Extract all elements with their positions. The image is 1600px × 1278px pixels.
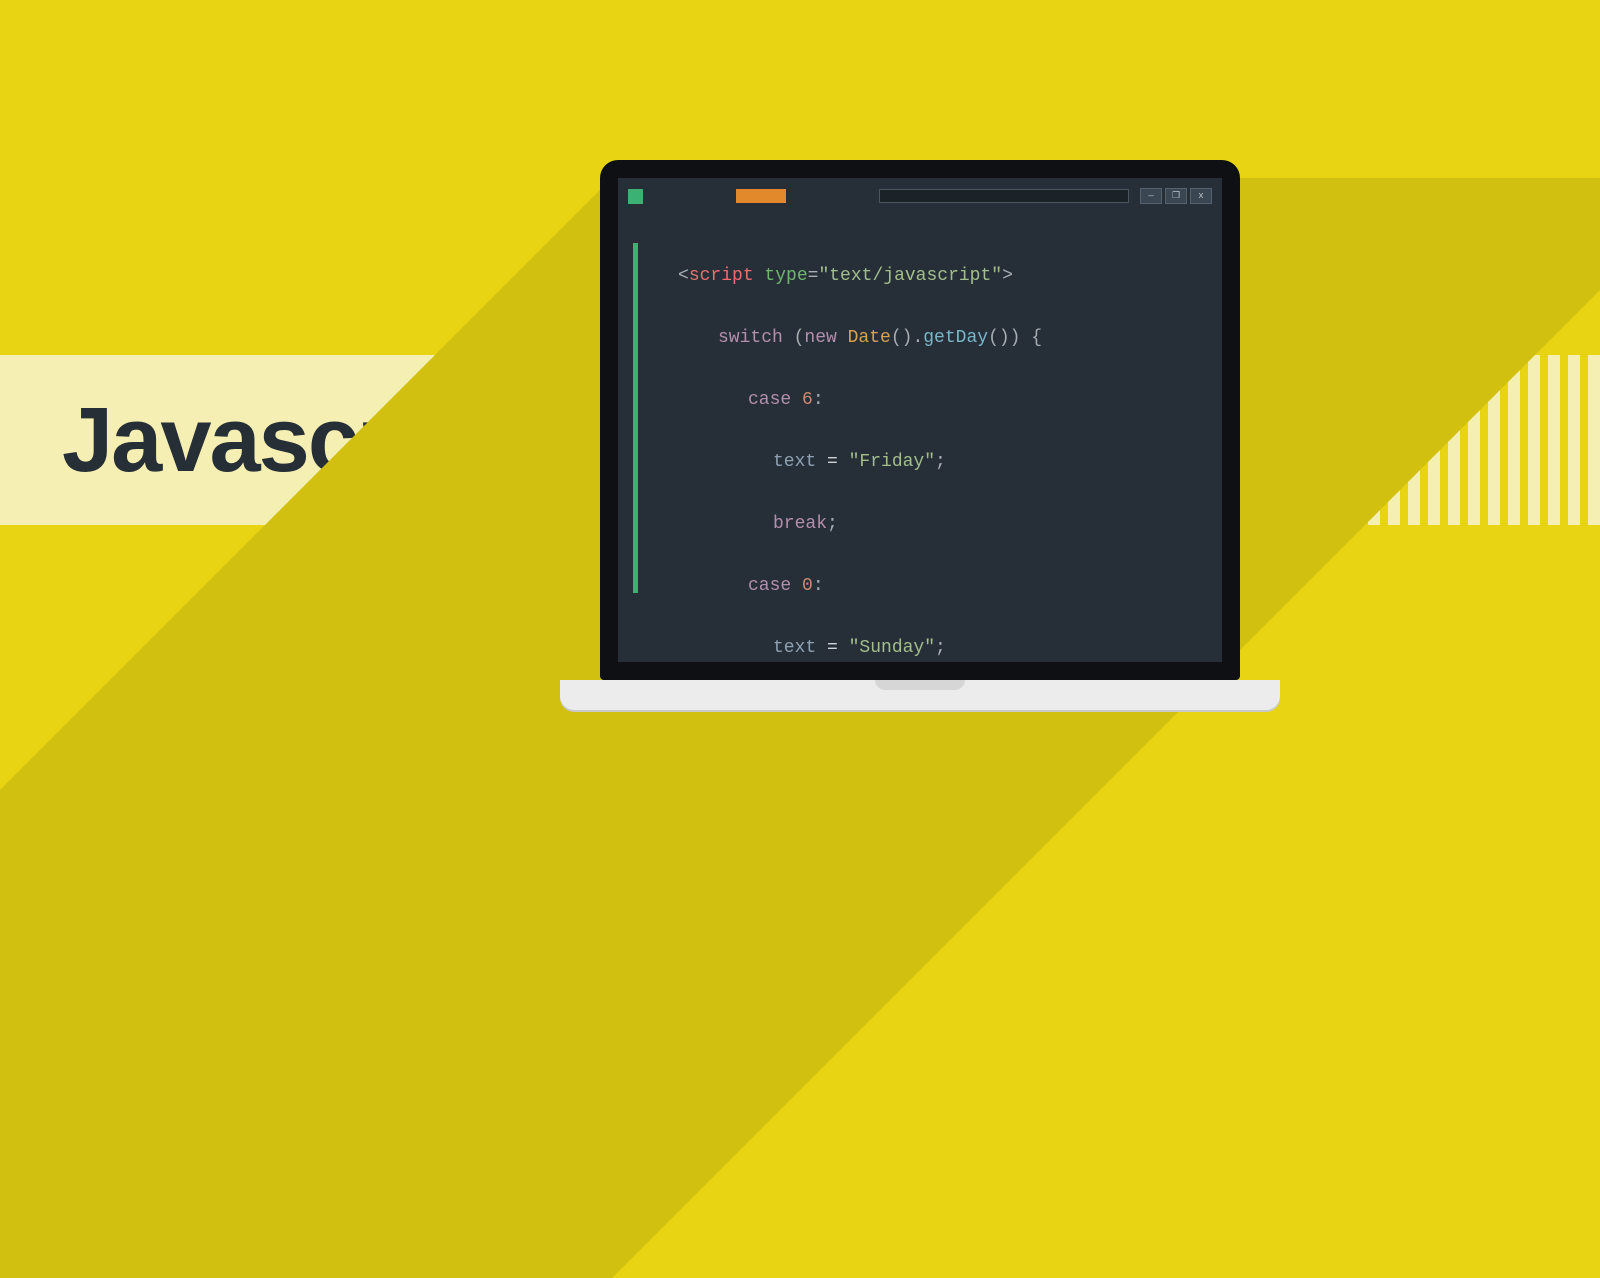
minimize-button[interactable]: — — [1140, 188, 1162, 204]
code-token: case — [748, 576, 791, 596]
code-token: < — [678, 266, 689, 286]
code-token: ; — [935, 452, 946, 472]
code-token: break — [773, 514, 827, 534]
code-token: getDay — [923, 328, 988, 348]
code-token: = — [827, 452, 849, 472]
code-token: : — [813, 576, 824, 596]
code-token: ()) { — [988, 328, 1042, 348]
code-token: "Friday" — [849, 452, 935, 472]
tab-indicator-green — [628, 189, 643, 204]
code-token: > — [1002, 266, 1013, 286]
code-token: text — [773, 638, 827, 658]
close-button[interactable]: x — [1190, 188, 1212, 204]
code-block: <script type="text/javascript"> switch (… — [678, 230, 1043, 662]
code-token: script — [689, 266, 754, 286]
code-token: = — [827, 638, 849, 658]
code-token: new — [804, 328, 836, 348]
code-token: type — [754, 266, 808, 286]
tab-indicator-orange — [736, 189, 786, 203]
code-token: text — [773, 452, 827, 472]
editor-gutter — [633, 243, 638, 593]
code-token: switch — [718, 328, 783, 348]
code-token: = — [808, 266, 819, 286]
code-token: ( — [783, 328, 805, 348]
laptop-notch — [875, 680, 965, 690]
code-token: ; — [827, 514, 838, 534]
laptop: — ❐ x <script type="text/javascript"> sw… — [600, 160, 1280, 710]
laptop-base — [560, 680, 1280, 710]
screen-bezel: — ❐ x <script type="text/javascript"> sw… — [600, 160, 1240, 680]
code-token: "text/javascript" — [818, 266, 1002, 286]
code-token: "Sunday" — [849, 638, 935, 658]
code-editor-screen: — ❐ x <script type="text/javascript"> sw… — [618, 178, 1222, 662]
code-token: : — [813, 390, 824, 410]
maximize-button[interactable]: ❐ — [1165, 188, 1187, 204]
code-token: 0 — [791, 576, 813, 596]
code-token: 6 — [791, 390, 813, 410]
code-token: (). — [891, 328, 923, 348]
code-token: case — [748, 390, 791, 410]
code-token: Date — [837, 328, 891, 348]
code-token: ; — [935, 638, 946, 658]
editor-topbar: — ❐ x — [628, 186, 1212, 206]
address-bar[interactable] — [879, 189, 1129, 203]
